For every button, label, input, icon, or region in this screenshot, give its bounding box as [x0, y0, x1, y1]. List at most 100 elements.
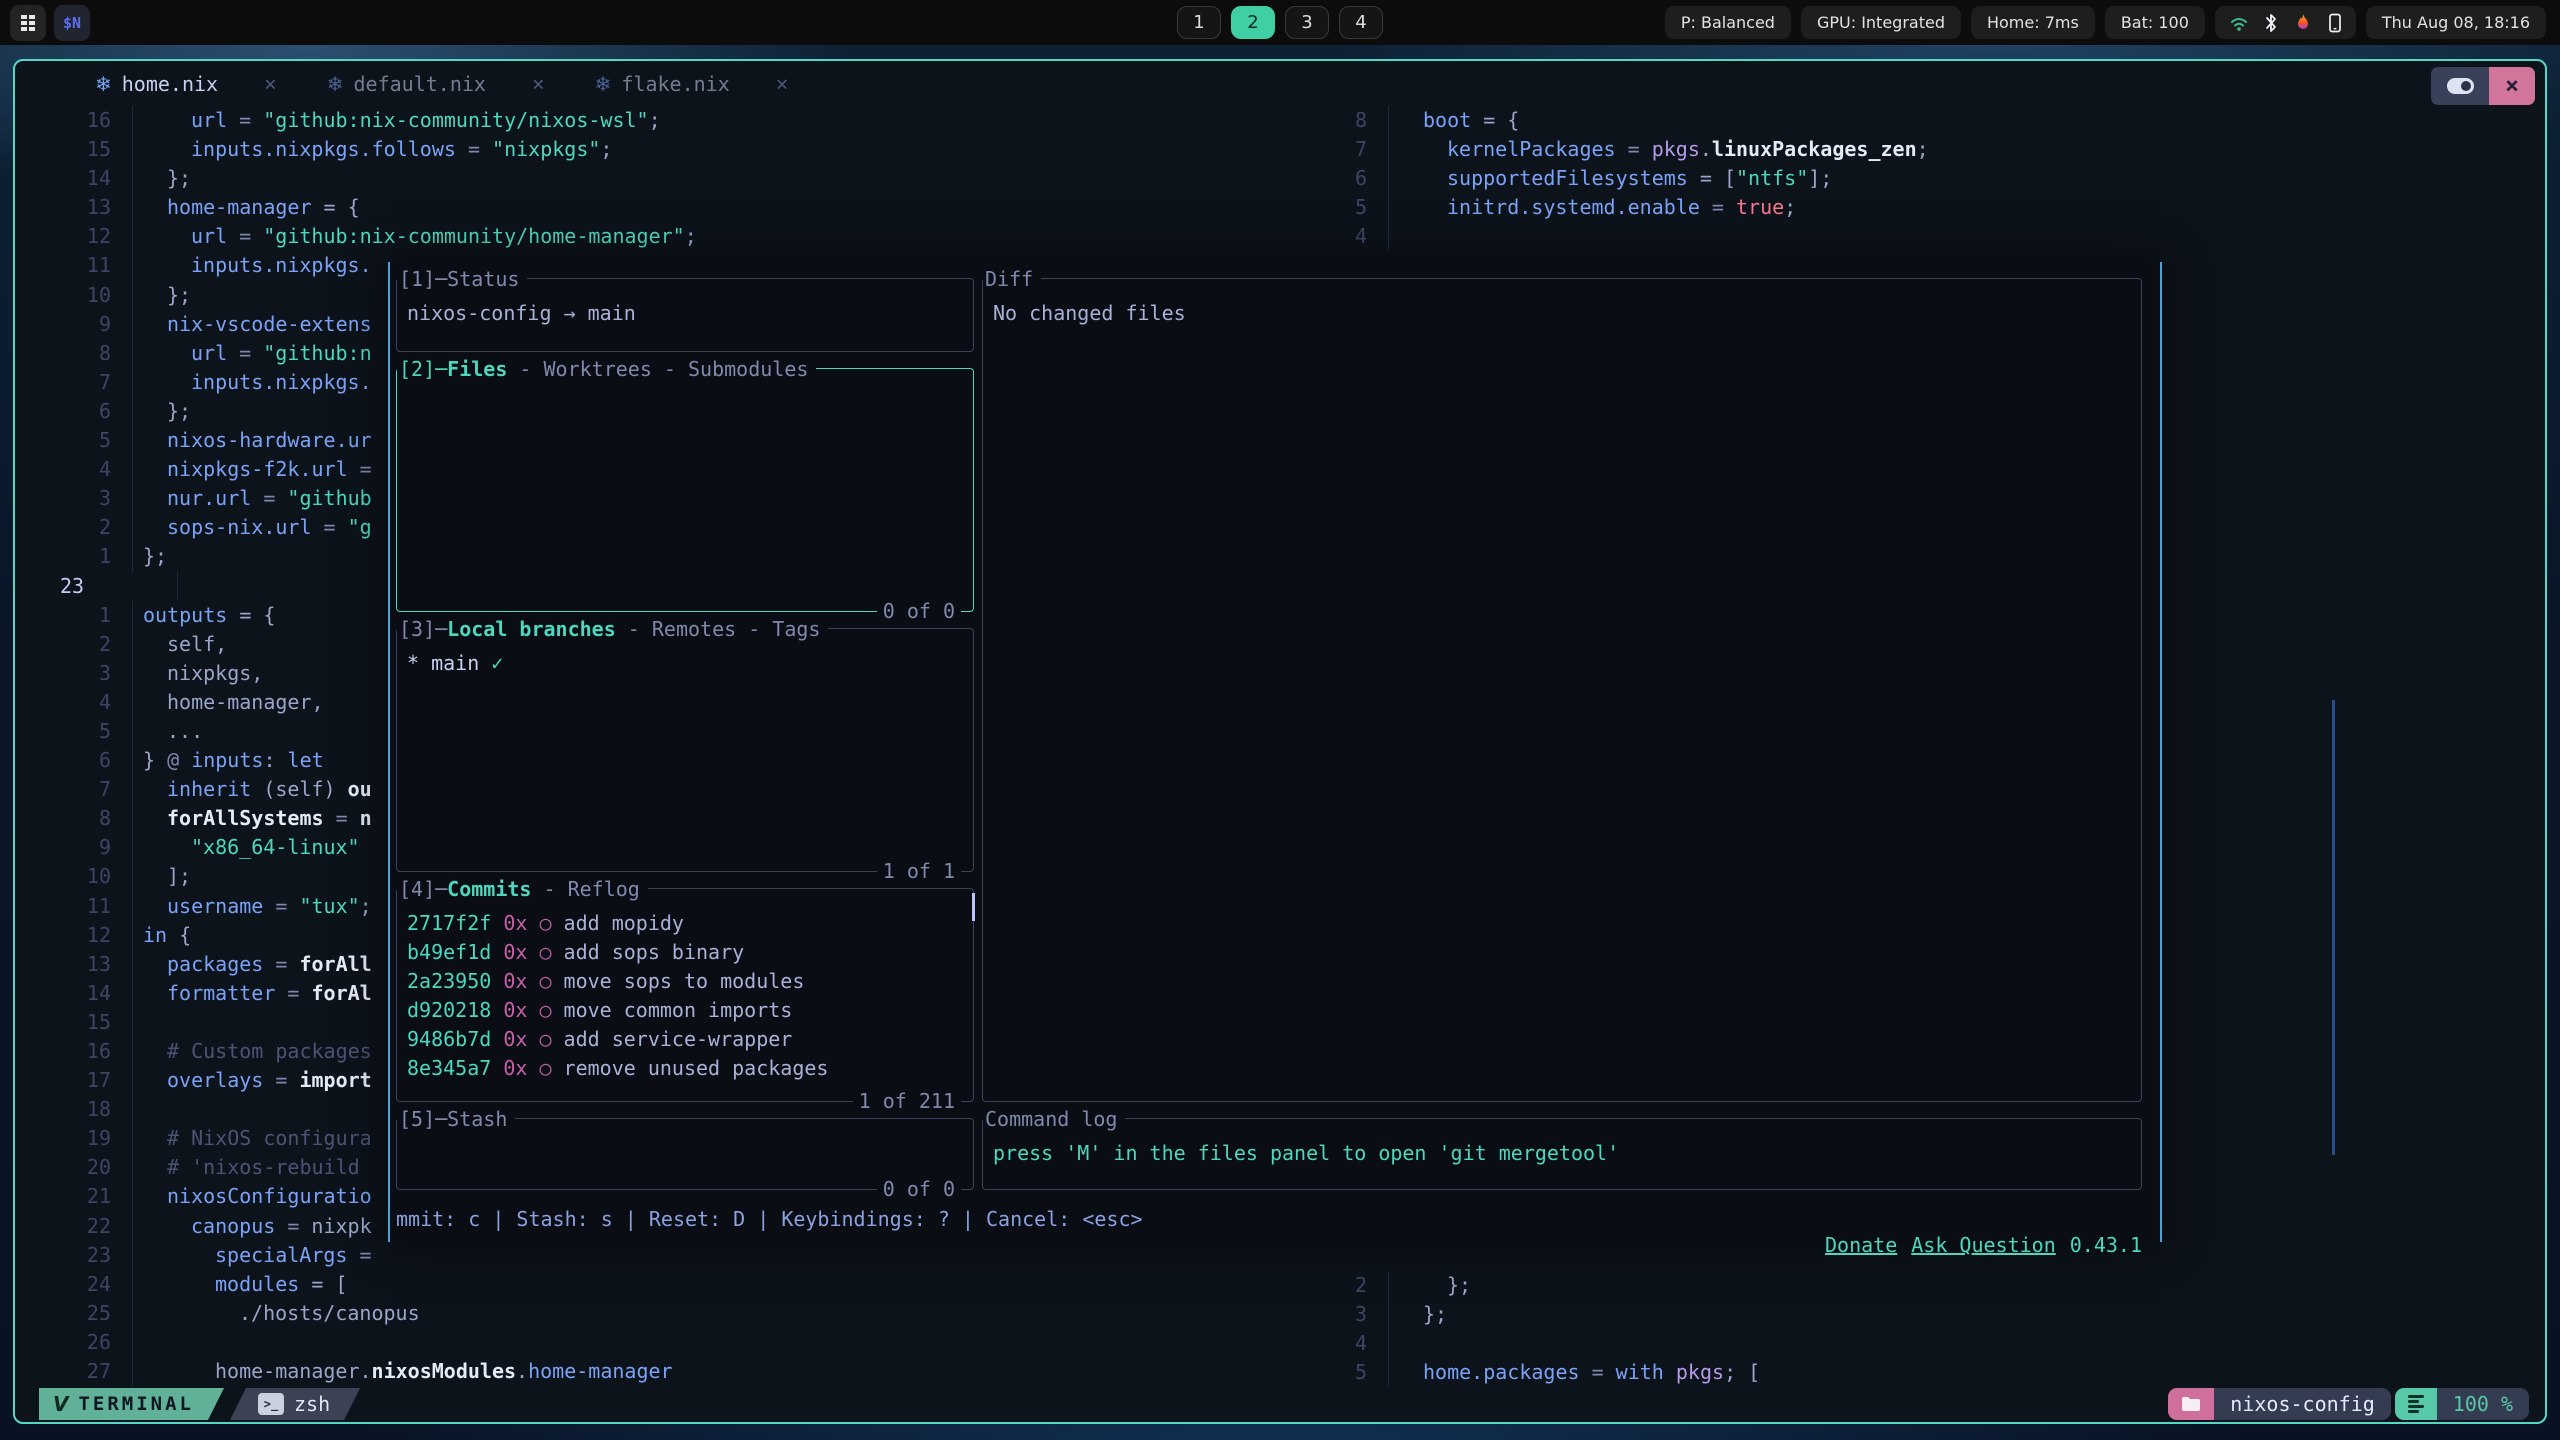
commit-row[interactable]: 8e345a7 0x ○ remove unused packages [407, 1054, 973, 1083]
workspace-switcher: 1234 [1177, 0, 1383, 45]
lazygit-commits-panel[interactable]: [4]─Commits - Reflog 2717f2f 0x ○ add mo… [396, 888, 974, 1102]
code-line: 13home-manager = { [15, 193, 1311, 222]
editor-pane-right-bottom[interactable]: 2};3};45home.packages = with pkgs; [ [1313, 1271, 2543, 1387]
code-line: 16url = "github:nix-community/nixos-wsl"… [15, 106, 1311, 135]
code-line: 6supportedFilesystems = ["ntfs"]; [1313, 164, 2543, 193]
nix-shell-icon: $N [63, 14, 81, 32]
clock[interactable]: Thu Aug 08, 18:16 [2366, 6, 2546, 39]
tab-close-icon[interactable]: × [264, 72, 277, 96]
flame-icon [2293, 13, 2313, 33]
shell-label: zsh [294, 1392, 330, 1416]
top-bar: $N 1234 P: Balanced GPU: Integrated Home: … [0, 0, 2560, 45]
system-tray[interactable] [2215, 6, 2356, 39]
code-line: 8boot = { [1313, 106, 2543, 135]
lazygit-status-panel[interactable]: [1]─Status nixos-config → main [396, 278, 974, 352]
stash-count: 0 of 0 [877, 1176, 961, 1202]
commits-scrollbar[interactable] [972, 893, 975, 921]
lines-icon [2408, 1393, 2424, 1415]
files-count: 0 of 0 [877, 598, 961, 624]
commit-row[interactable]: 9486b7d 0x ○ add service-wrapper [407, 1025, 973, 1054]
nix-snowflake-icon: ❄ [95, 72, 112, 96]
workspace-button-2[interactable]: 2 [1231, 6, 1275, 39]
nix-shell-button[interactable]: $N [54, 5, 90, 41]
lines-badge [2395, 1388, 2437, 1420]
commit-row[interactable]: b49ef1d 0x ○ add sops binary [407, 938, 973, 967]
workspace-button-1[interactable]: 1 [1177, 6, 1221, 39]
apps-grid-button[interactable] [10, 5, 46, 41]
lazygit-command-log-panel[interactable]: Command log press 'M' in the files panel… [982, 1118, 2142, 1190]
topbar-left: $N [0, 5, 90, 41]
lazygit-branches-panel[interactable]: [3]─Local branches - Remotes - Tags * ma… [396, 628, 974, 872]
keybindings-text: mmit: c | Stash: s | Reset: D | Keybindi… [396, 1206, 1143, 1284]
status-pill[interactable]: P: Balanced [1665, 6, 1791, 39]
tab-close-icon[interactable]: × [532, 72, 545, 96]
code-line: 14}; [15, 164, 1311, 193]
diff-content: No changed files [983, 279, 2141, 328]
lazygit-files-panel[interactable]: [2]─Files - Worktrees - Submodules 0 of … [396, 368, 974, 612]
toggle-icon [2447, 78, 2474, 94]
lazygit-version: 0.43.1 [2070, 1233, 2142, 1257]
tab-flake-nix[interactable]: ❄ flake.nix × [595, 72, 789, 96]
code-line: 3}; [1313, 1300, 2543, 1329]
tab-close-icon[interactable]: × [776, 72, 789, 96]
shell-segment[interactable]: >_ zsh [230, 1388, 360, 1420]
window-toggle-button[interactable] [2431, 67, 2489, 105]
code-line: 4 [1313, 1329, 2543, 1358]
editor-pane-right-top[interactable]: 8boot = {7kernelPackages = pkgs.linuxPac… [1313, 106, 2543, 251]
command-log-content: press 'M' in the files panel to open 'gi… [983, 1119, 2141, 1168]
desktop: { "colors":{ "window_border":"#55d7c6","… [0, 0, 2560, 1440]
mode-segment: V TERMINAL [39, 1388, 224, 1420]
code-line: 4 [1313, 222, 2543, 251]
code-line: 5initrd.systemd.enable = true; [1313, 193, 2543, 222]
code-line: 27home-manager.nixosModules.home-manager [15, 1357, 1311, 1386]
workspace-button-3[interactable]: 3 [1285, 6, 1329, 39]
window-close-button[interactable]: × [2489, 67, 2535, 105]
commits-count: 1 of 211 [853, 1088, 961, 1114]
lazygit-diff-panel[interactable]: Diff No changed files [982, 278, 2142, 1102]
commit-row[interactable]: d920218 0x ○ move common imports [407, 996, 973, 1025]
statusline: V TERMINAL >_ zsh nixos-config [15, 1386, 2545, 1422]
branch-check-icon: ✓ [491, 651, 503, 675]
topbar-right: P: Balanced GPU: Integrated Home: 7ms Bat: … [1665, 6, 2560, 39]
status-pill[interactable]: Bat: 100 [2105, 6, 2205, 39]
status-pill[interactable]: GPU: Integrated [1801, 6, 1961, 39]
ask-question-link[interactable]: Ask Question [1911, 1233, 2056, 1257]
tab-bar: ❄ home.nix × ❄ default.nix × ❄ flake.nix… [15, 61, 2545, 107]
right-pane-scrollbar[interactable] [2332, 700, 2335, 1155]
lazygit-keybindings-bar: mmit: c | Stash: s | Reset: D | Keybindi… [396, 1206, 2142, 1284]
code-line: 7kernelPackages = pkgs.linuxPackages_zen… [1313, 135, 2543, 164]
commit-row[interactable]: 2a23950 0x ○ move sops to modules [407, 967, 973, 996]
commit-list: 2717f2f 0x ○ add mopidyb49ef1d 0x ○ add … [397, 889, 973, 1083]
repo-name: nixos-config [2214, 1388, 2391, 1420]
terminal-prompt-icon: >_ [258, 1393, 284, 1415]
apps-grid-icon [19, 14, 37, 32]
lazygit-stash-panel[interactable]: [5]─Stash 0 of 0 [396, 1118, 974, 1190]
commit-row[interactable]: 2717f2f 0x ○ add mopidy [407, 909, 973, 938]
scroll-percent-segment: 100 % [2395, 1388, 2529, 1420]
editor-window: ❄ home.nix × ❄ default.nix × ❄ flake.nix… [13, 59, 2547, 1424]
tab-default-nix[interactable]: ❄ default.nix × [327, 72, 545, 96]
phone-icon [2328, 13, 2342, 33]
bluetooth-icon [2264, 13, 2278, 33]
scroll-percent: 100 % [2437, 1388, 2529, 1420]
nix-snowflake-icon: ❄ [595, 72, 612, 96]
donate-link[interactable]: Donate [1825, 1233, 1897, 1257]
status-pill-group: P: Balanced GPU: Integrated Home: 7ms Bat: … [1665, 6, 2205, 39]
code-line: 26 [15, 1328, 1311, 1357]
window-controls: × [2431, 67, 2535, 105]
mode-label: TERMINAL [78, 1393, 194, 1415]
folder-badge [2168, 1388, 2214, 1420]
folder-icon [2181, 1396, 2201, 1412]
branches-count: 1 of 1 [877, 858, 961, 884]
workspace-button-4[interactable]: 4 [1339, 6, 1383, 39]
network-icon [2229, 13, 2249, 33]
vim-icon: V [53, 1392, 68, 1416]
lazygit-overlay: [1]─Status nixos-config → main [2]─Files… [388, 262, 2162, 1242]
tab-home-nix[interactable]: ❄ home.nix × [95, 72, 277, 96]
status-pill[interactable]: Home: 7ms [1971, 6, 2095, 39]
code-line: 12url = "github:nix-community/home-manag… [15, 222, 1311, 251]
code-line: 25./hosts/canopus [15, 1299, 1311, 1328]
code-line: 15inputs.nixpkgs.follows = "nixpkgs"; [15, 135, 1311, 164]
repo-segment[interactable]: nixos-config [2168, 1388, 2391, 1420]
close-icon: × [2505, 73, 2519, 99]
